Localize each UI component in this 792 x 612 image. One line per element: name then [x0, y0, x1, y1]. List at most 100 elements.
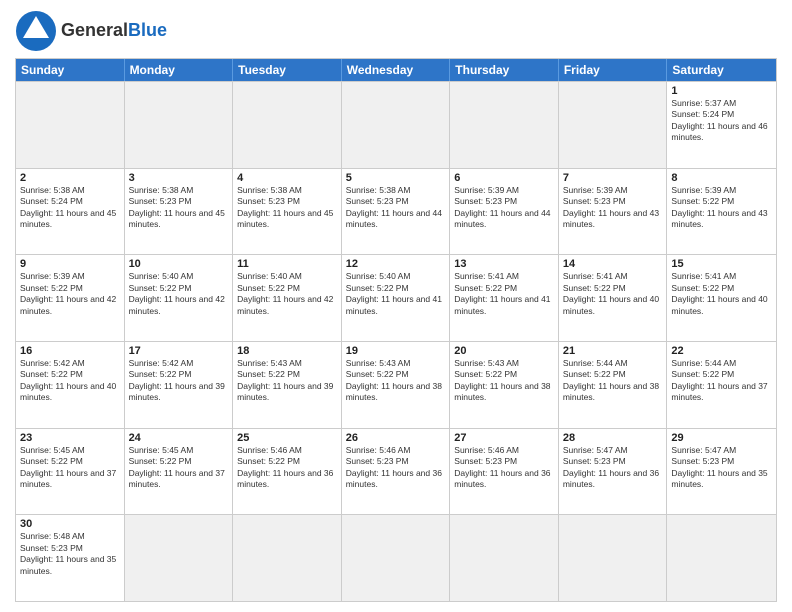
day-number: 30	[20, 518, 120, 530]
calendar-cell	[559, 515, 668, 601]
calendar-cell: 23Sunrise: 5:45 AM Sunset: 5:22 PM Dayli…	[16, 429, 125, 515]
header-day-wednesday: Wednesday	[342, 59, 451, 81]
cell-info: Sunrise: 5:38 AM Sunset: 5:23 PM Dayligh…	[346, 185, 446, 231]
cell-info: Sunrise: 5:40 AM Sunset: 5:22 PM Dayligh…	[129, 271, 229, 317]
calendar-cell: 24Sunrise: 5:45 AM Sunset: 5:22 PM Dayli…	[125, 429, 234, 515]
day-number: 26	[346, 432, 446, 444]
day-number: 28	[563, 432, 663, 444]
calendar-header: SundayMondayTuesdayWednesdayThursdayFrid…	[16, 59, 776, 81]
calendar-cell: 30Sunrise: 5:48 AM Sunset: 5:23 PM Dayli…	[16, 515, 125, 601]
calendar-cell: 11Sunrise: 5:40 AM Sunset: 5:22 PM Dayli…	[233, 255, 342, 341]
calendar-cell: 19Sunrise: 5:43 AM Sunset: 5:22 PM Dayli…	[342, 342, 451, 428]
calendar-cell: 16Sunrise: 5:42 AM Sunset: 5:22 PM Dayli…	[16, 342, 125, 428]
calendar-cell: 7Sunrise: 5:39 AM Sunset: 5:23 PM Daylig…	[559, 169, 668, 255]
cell-info: Sunrise: 5:39 AM Sunset: 5:23 PM Dayligh…	[563, 185, 663, 231]
cell-info: Sunrise: 5:39 AM Sunset: 5:22 PM Dayligh…	[671, 185, 772, 231]
header-day-thursday: Thursday	[450, 59, 559, 81]
day-number: 21	[563, 345, 663, 357]
calendar-cell: 10Sunrise: 5:40 AM Sunset: 5:22 PM Dayli…	[125, 255, 234, 341]
calendar-cell: 12Sunrise: 5:40 AM Sunset: 5:22 PM Dayli…	[342, 255, 451, 341]
calendar-cell	[233, 515, 342, 601]
cell-info: Sunrise: 5:37 AM Sunset: 5:24 PM Dayligh…	[671, 98, 772, 144]
day-number: 29	[671, 432, 772, 444]
cell-info: Sunrise: 5:38 AM Sunset: 5:24 PM Dayligh…	[20, 185, 120, 231]
header-day-monday: Monday	[125, 59, 234, 81]
cell-info: Sunrise: 5:46 AM Sunset: 5:23 PM Dayligh…	[454, 445, 554, 491]
day-number: 22	[671, 345, 772, 357]
day-number: 18	[237, 345, 337, 357]
page: GeneralBlue SundayMondayTuesdayWednesday…	[0, 0, 792, 612]
calendar-cell: 22Sunrise: 5:44 AM Sunset: 5:22 PM Dayli…	[667, 342, 776, 428]
cell-info: Sunrise: 5:39 AM Sunset: 5:23 PM Dayligh…	[454, 185, 554, 231]
calendar-week-2: 9Sunrise: 5:39 AM Sunset: 5:22 PM Daylig…	[16, 254, 776, 341]
calendar: SundayMondayTuesdayWednesdayThursdayFrid…	[15, 58, 777, 602]
calendar-cell: 8Sunrise: 5:39 AM Sunset: 5:22 PM Daylig…	[667, 169, 776, 255]
calendar-week-3: 16Sunrise: 5:42 AM Sunset: 5:22 PM Dayli…	[16, 341, 776, 428]
cell-info: Sunrise: 5:47 AM Sunset: 5:23 PM Dayligh…	[563, 445, 663, 491]
calendar-week-5: 30Sunrise: 5:48 AM Sunset: 5:23 PM Dayli…	[16, 514, 776, 601]
header-day-tuesday: Tuesday	[233, 59, 342, 81]
logo: GeneralBlue	[15, 10, 167, 52]
day-number: 7	[563, 172, 663, 184]
day-number: 16	[20, 345, 120, 357]
day-number: 14	[563, 258, 663, 270]
day-number: 8	[671, 172, 772, 184]
calendar-cell: 28Sunrise: 5:47 AM Sunset: 5:23 PM Dayli…	[559, 429, 668, 515]
calendar-cell: 15Sunrise: 5:41 AM Sunset: 5:22 PM Dayli…	[667, 255, 776, 341]
cell-info: Sunrise: 5:47 AM Sunset: 5:23 PM Dayligh…	[671, 445, 772, 491]
calendar-cell	[342, 515, 451, 601]
day-number: 1	[671, 85, 772, 97]
calendar-cell: 4Sunrise: 5:38 AM Sunset: 5:23 PM Daylig…	[233, 169, 342, 255]
header-day-friday: Friday	[559, 59, 668, 81]
day-number: 11	[237, 258, 337, 270]
cell-info: Sunrise: 5:45 AM Sunset: 5:22 PM Dayligh…	[20, 445, 120, 491]
cell-info: Sunrise: 5:44 AM Sunset: 5:22 PM Dayligh…	[563, 358, 663, 404]
cell-info: Sunrise: 5:48 AM Sunset: 5:23 PM Dayligh…	[20, 531, 120, 577]
day-number: 17	[129, 345, 229, 357]
calendar-cell: 13Sunrise: 5:41 AM Sunset: 5:22 PM Dayli…	[450, 255, 559, 341]
calendar-cell: 1Sunrise: 5:37 AM Sunset: 5:24 PM Daylig…	[667, 82, 776, 168]
calendar-cell: 3Sunrise: 5:38 AM Sunset: 5:23 PM Daylig…	[125, 169, 234, 255]
calendar-cell: 18Sunrise: 5:43 AM Sunset: 5:22 PM Dayli…	[233, 342, 342, 428]
cell-info: Sunrise: 5:43 AM Sunset: 5:22 PM Dayligh…	[346, 358, 446, 404]
calendar-cell: 26Sunrise: 5:46 AM Sunset: 5:23 PM Dayli…	[342, 429, 451, 515]
calendar-cell: 29Sunrise: 5:47 AM Sunset: 5:23 PM Dayli…	[667, 429, 776, 515]
calendar-cell	[450, 515, 559, 601]
calendar-cell: 2Sunrise: 5:38 AM Sunset: 5:24 PM Daylig…	[16, 169, 125, 255]
cell-info: Sunrise: 5:46 AM Sunset: 5:23 PM Dayligh…	[346, 445, 446, 491]
cell-info: Sunrise: 5:38 AM Sunset: 5:23 PM Dayligh…	[237, 185, 337, 231]
day-number: 20	[454, 345, 554, 357]
day-number: 5	[346, 172, 446, 184]
calendar-cell	[125, 515, 234, 601]
calendar-cell	[450, 82, 559, 168]
calendar-cell	[342, 82, 451, 168]
calendar-cell	[233, 82, 342, 168]
calendar-cell: 21Sunrise: 5:44 AM Sunset: 5:22 PM Dayli…	[559, 342, 668, 428]
cell-info: Sunrise: 5:42 AM Sunset: 5:22 PM Dayligh…	[20, 358, 120, 404]
calendar-week-4: 23Sunrise: 5:45 AM Sunset: 5:22 PM Dayli…	[16, 428, 776, 515]
calendar-cell: 20Sunrise: 5:43 AM Sunset: 5:22 PM Dayli…	[450, 342, 559, 428]
day-number: 10	[129, 258, 229, 270]
logo-text: GeneralBlue	[61, 21, 167, 41]
header-day-sunday: Sunday	[16, 59, 125, 81]
calendar-cell	[667, 515, 776, 601]
day-number: 9	[20, 258, 120, 270]
calendar-cell: 27Sunrise: 5:46 AM Sunset: 5:23 PM Dayli…	[450, 429, 559, 515]
calendar-cell: 17Sunrise: 5:42 AM Sunset: 5:22 PM Dayli…	[125, 342, 234, 428]
day-number: 19	[346, 345, 446, 357]
day-number: 13	[454, 258, 554, 270]
cell-info: Sunrise: 5:45 AM Sunset: 5:22 PM Dayligh…	[129, 445, 229, 491]
cell-info: Sunrise: 5:44 AM Sunset: 5:22 PM Dayligh…	[671, 358, 772, 404]
cell-info: Sunrise: 5:41 AM Sunset: 5:22 PM Dayligh…	[671, 271, 772, 317]
cell-info: Sunrise: 5:43 AM Sunset: 5:22 PM Dayligh…	[454, 358, 554, 404]
calendar-cell: 14Sunrise: 5:41 AM Sunset: 5:22 PM Dayli…	[559, 255, 668, 341]
day-number: 2	[20, 172, 120, 184]
day-number: 23	[20, 432, 120, 444]
calendar-cell	[125, 82, 234, 168]
cell-info: Sunrise: 5:43 AM Sunset: 5:22 PM Dayligh…	[237, 358, 337, 404]
calendar-cell: 9Sunrise: 5:39 AM Sunset: 5:22 PM Daylig…	[16, 255, 125, 341]
header: GeneralBlue	[15, 10, 777, 52]
day-number: 25	[237, 432, 337, 444]
cell-info: Sunrise: 5:39 AM Sunset: 5:22 PM Dayligh…	[20, 271, 120, 317]
cell-info: Sunrise: 5:46 AM Sunset: 5:22 PM Dayligh…	[237, 445, 337, 491]
